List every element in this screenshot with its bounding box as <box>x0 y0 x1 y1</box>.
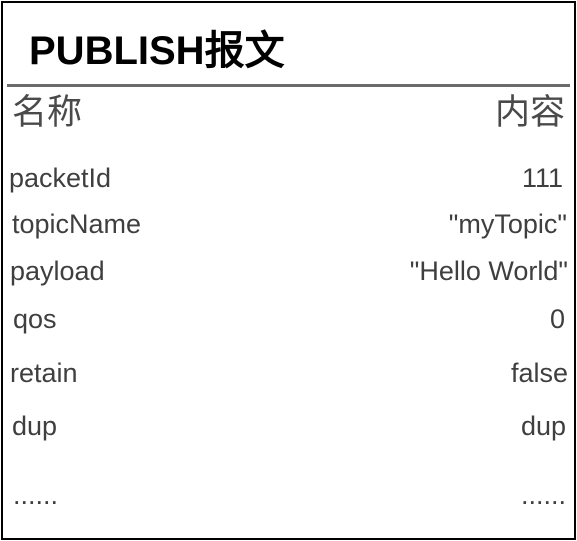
field-name-topicname: topicName <box>12 209 142 239</box>
field-value-payload: "Hello World" <box>409 256 568 286</box>
column-header-content: 内容 <box>494 93 565 132</box>
field-value-retain: false <box>510 358 568 388</box>
field-name-more: ...... <box>13 480 59 510</box>
field-value-dup: dup <box>520 411 566 441</box>
field-value-topicname: "myTopic" <box>448 209 567 239</box>
field-name-qos: qos <box>13 304 57 334</box>
field-name-dup: dup <box>12 411 58 441</box>
field-value-packetid: 111 <box>521 163 563 193</box>
field-name-retain: retain <box>10 358 78 388</box>
field-value-more: ...... <box>520 480 566 510</box>
field-name-payload: payload <box>10 256 105 286</box>
column-header-name: 名称 <box>12 93 83 132</box>
packet-title: PUBLISH报文 <box>29 29 285 73</box>
field-name-packetid: packetId <box>9 163 112 193</box>
publish-packet-card: PUBLISH报文 名称 内容 packetId 111 topicName "… <box>1 1 576 540</box>
header-divider <box>7 84 570 87</box>
field-value-qos: 0 <box>549 304 565 334</box>
